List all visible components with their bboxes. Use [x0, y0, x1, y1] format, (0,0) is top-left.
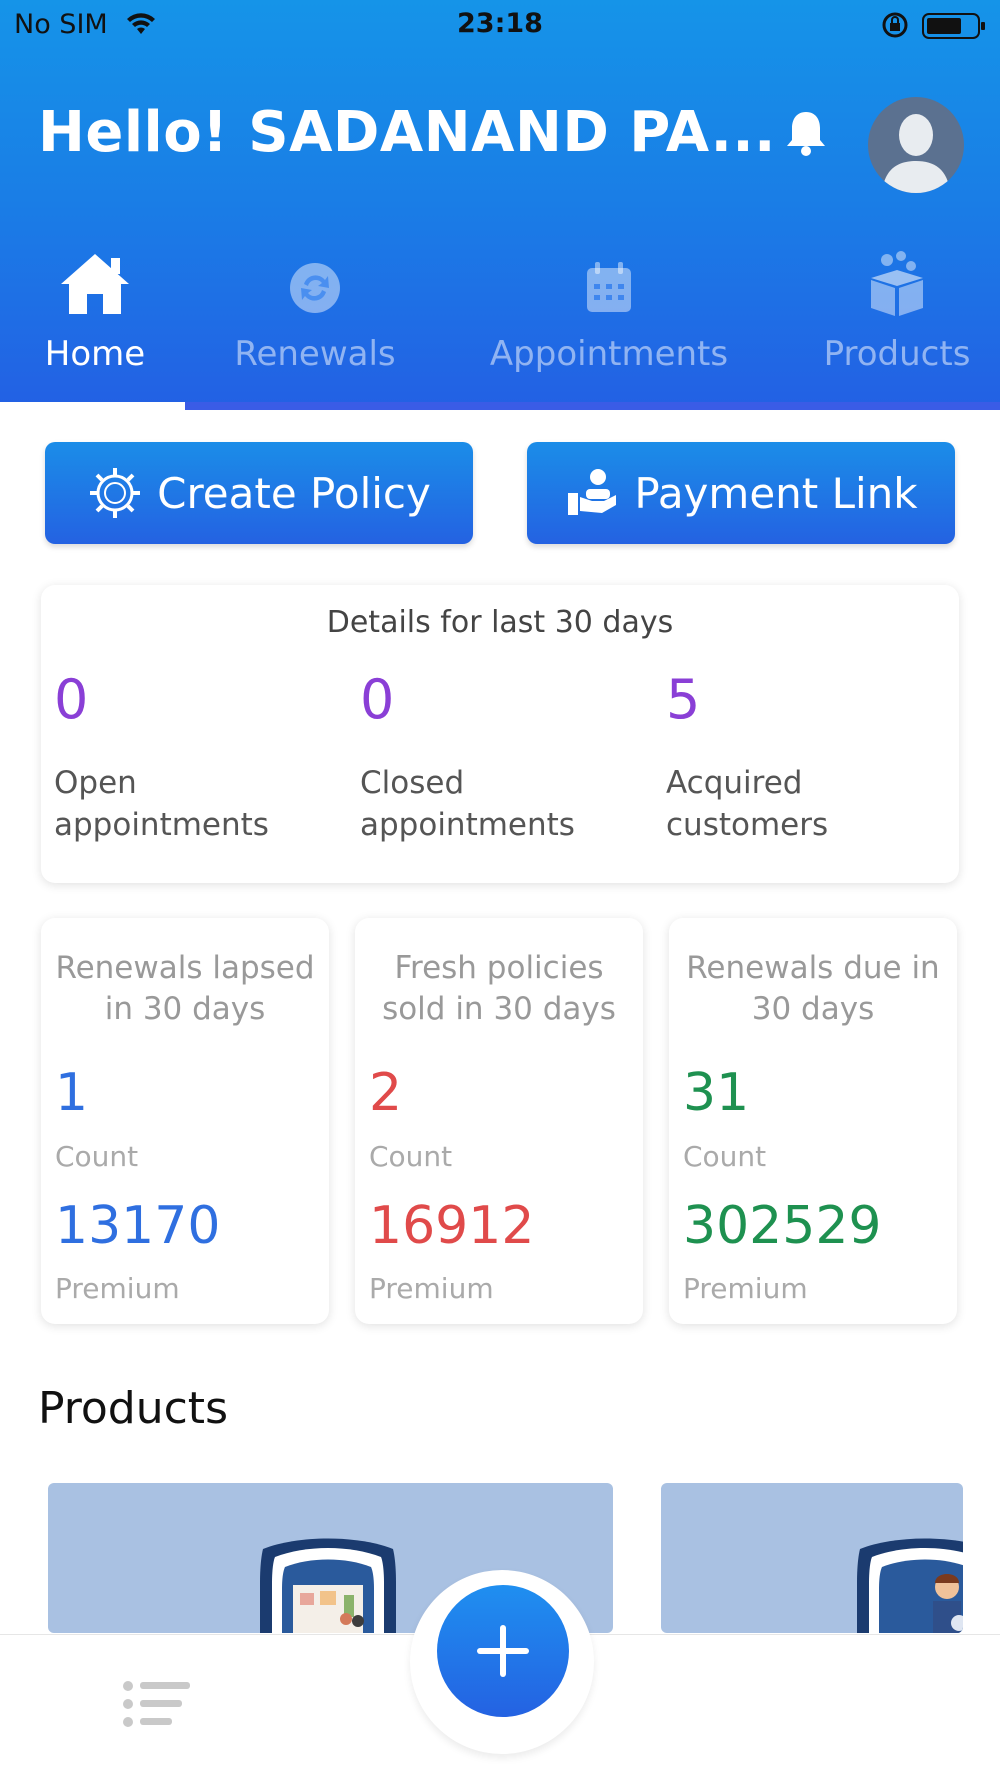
tab-products[interactable]: Products — [812, 250, 982, 380]
stat-label: Open appointments — [54, 765, 269, 843]
list-menu-icon[interactable] — [122, 1680, 192, 1728]
stat-label: Acquired customers — [666, 765, 829, 843]
metric-count-value: 1 — [55, 1063, 89, 1123]
battery-icon — [922, 13, 985, 39]
metric-count-label: Count — [55, 1140, 139, 1173]
greeting-title: Hello! SADANAND PA... — [38, 100, 776, 165]
refresh-icon — [290, 263, 340, 313]
product-card[interactable] — [661, 1483, 963, 1633]
details-title: Details for last 30 days — [326, 605, 674, 640]
gear-icon — [90, 468, 141, 518]
tab-active-indicator — [0, 402, 185, 410]
details-card: Details for last 30 days 0 Open appointm… — [41, 585, 959, 883]
metric-count-label: Count — [683, 1140, 767, 1173]
hand-coin-icon — [568, 469, 617, 515]
home-icon — [61, 254, 129, 314]
avatar[interactable] — [868, 97, 964, 193]
metric-count-value: 31 — [683, 1063, 750, 1123]
metric-premium-value: 302529 — [683, 1196, 882, 1256]
create-policy-label: Create Policy — [157, 468, 431, 518]
tab-products-label: Products — [823, 334, 971, 374]
metric-card-fresh-policies[interactable]: Fresh policies sold in 30 days 2 Count 16… — [355, 918, 643, 1324]
metric-premium-label: Premium — [683, 1272, 808, 1305]
calendar-icon — [587, 262, 631, 312]
metric-card-renewals-lapsed[interactable]: Renewals lapsed in 30 days 1 Count 13170 … — [41, 918, 329, 1324]
payment-link-button[interactable]: Payment Link — [527, 442, 955, 544]
rotation-lock-icon — [882, 12, 908, 38]
metric-premium-value: 16912 — [369, 1196, 535, 1256]
stat-value: 0 — [54, 668, 89, 731]
tab-home[interactable]: Home — [10, 250, 180, 380]
tab-appointments-label: Appointments — [489, 334, 729, 374]
tab-appointments[interactable]: Appointments — [480, 250, 738, 380]
metric-title: Fresh policies sold in 30 days — [382, 950, 616, 1027]
main-tabs: Home Renewals Appointments Products — [0, 250, 1000, 410]
user-silhouette-icon — [882, 114, 950, 193]
tab-home-label: Home — [44, 334, 146, 374]
metric-premium-label: Premium — [369, 1272, 494, 1305]
metric-title: Renewals lapsed in 30 days — [55, 950, 315, 1027]
metric-premium-label: Premium — [55, 1272, 180, 1305]
notification-bell-icon[interactable] — [784, 108, 828, 158]
status-bar: No SIM 23:18 — [0, 0, 1000, 50]
gift-box-icon — [871, 251, 923, 316]
stat-label: Closed appointments — [360, 765, 575, 843]
metric-title: Renewals due in 30 days — [686, 950, 940, 1027]
metric-count-value: 2 — [369, 1063, 403, 1123]
payment-link-label: Payment Link — [634, 468, 918, 518]
tab-renewals[interactable]: Renewals — [210, 250, 420, 380]
metric-premium-value: 13170 — [55, 1196, 221, 1256]
stat-value: 0 — [360, 668, 395, 731]
clock: 23:18 — [457, 8, 543, 39]
add-button[interactable] — [437, 1585, 569, 1717]
stat-acquired-customers[interactable]: 5 Acquired customers — [666, 670, 966, 846]
metric-card-renewals-due[interactable]: Renewals due in 30 days 31 Count 302529 P… — [669, 918, 957, 1324]
stat-value: 5 — [666, 668, 701, 731]
stat-open-appointments[interactable]: 0 Open appointments — [54, 670, 354, 846]
metric-count-label: Count — [369, 1140, 453, 1173]
shield-badge-icon — [857, 1538, 963, 1633]
stat-closed-appointments[interactable]: 0 Closed appointments — [360, 670, 660, 846]
tab-renewals-label: Renewals — [234, 334, 396, 374]
plus-icon — [477, 1625, 529, 1677]
products-section-title: Products — [38, 1383, 228, 1434]
create-policy-button[interactable]: Create Policy — [45, 442, 473, 544]
